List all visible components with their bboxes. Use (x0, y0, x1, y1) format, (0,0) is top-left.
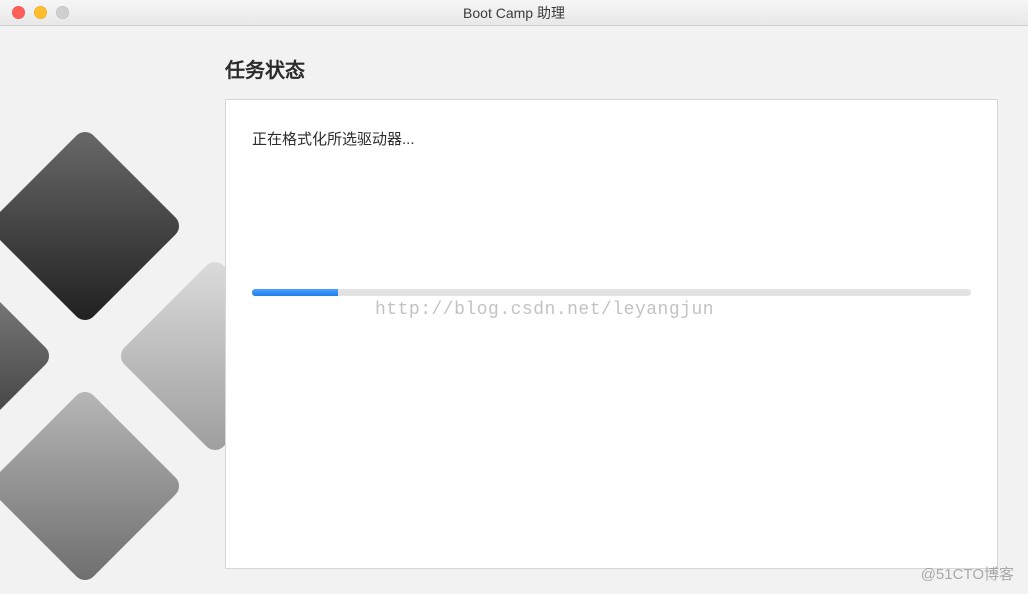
minimize-button[interactable] (34, 6, 47, 19)
close-button[interactable] (12, 6, 25, 19)
window-body: 任务状态 正在格式化所选驱动器... (0, 26, 1028, 594)
window-title: Boot Camp 助理 (0, 3, 1028, 23)
titlebar: Boot Camp 助理 (0, 0, 1028, 26)
section-heading: 任务状态 (225, 54, 998, 83)
maximize-button (56, 6, 69, 19)
traffic-lights (0, 6, 69, 19)
content-panel: 正在格式化所选驱动器... (225, 99, 998, 569)
progress-fill (252, 289, 338, 296)
progress-bar (252, 289, 971, 296)
status-text: 正在格式化所选驱动器... (252, 128, 971, 149)
